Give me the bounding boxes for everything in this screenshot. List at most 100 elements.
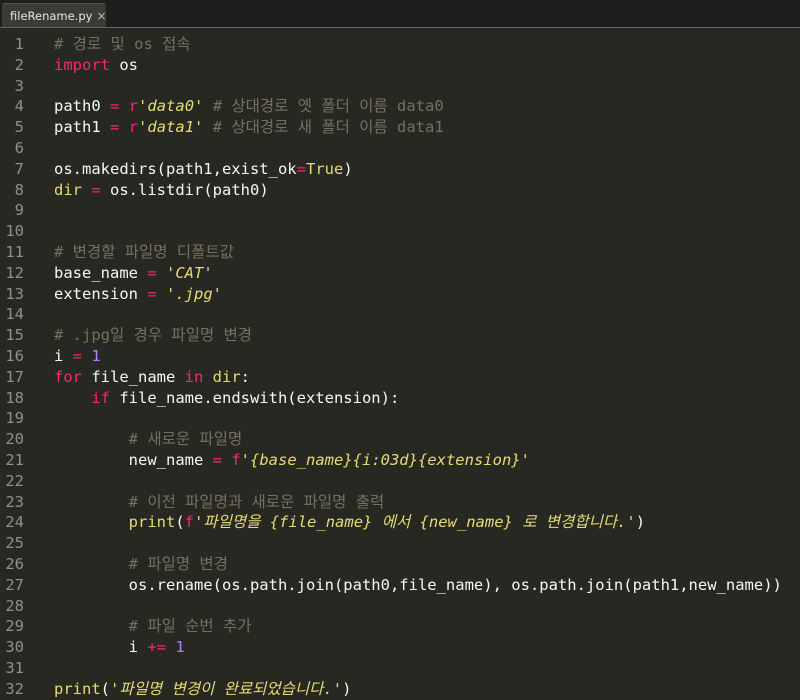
- code-text: # 변경할 파일명 디폴트값: [54, 242, 234, 262]
- line-number: 20: [5, 430, 24, 449]
- code-token: =: [91, 180, 101, 199]
- code-token: '{base_name}{i:03d}{extension}': [240, 451, 530, 469]
- code-token: in: [184, 367, 204, 386]
- code-line[interactable]: 7 os.makedirs(path1,exist_ok=True): [0, 159, 800, 179]
- code-token: file_name: [82, 367, 185, 386]
- line-number: 15: [5, 326, 24, 345]
- code-text: base_name = 'CAT': [54, 263, 213, 283]
- line-number: 1: [14, 35, 24, 53]
- code-line[interactable]: 9: [0, 200, 800, 220]
- code-line[interactable]: 6: [0, 138, 800, 158]
- line-number: 5: [14, 118, 24, 137]
- code-token: path0: [54, 97, 110, 116]
- close-icon[interactable]: ×: [96, 9, 106, 23]
- code-token: =: [212, 451, 222, 469]
- code-line[interactable]: 15 # .jpg일 경우 파일명 변경: [0, 325, 800, 345]
- code-text: for file_name in dir:: [54, 367, 250, 387]
- code-line[interactable]: 5 path1 = r'data1' # 상대경로 새 폴더 이름 data1: [0, 117, 800, 137]
- code-line[interactable]: 14: [0, 304, 800, 324]
- code-token: 1: [175, 638, 185, 657]
- code-token: f: [231, 451, 241, 469]
- code-line[interactable]: 25: [0, 533, 800, 553]
- line-number: 16: [5, 347, 24, 365]
- line-number: 3: [14, 76, 24, 95]
- code-token: # .jpg일 경우 파일명 변경: [54, 326, 253, 345]
- code-token: dir: [54, 180, 82, 199]
- code-line[interactable]: 27 os.rename(os.path.join(path0,file_nam…: [0, 575, 800, 595]
- code-token: if: [91, 388, 110, 407]
- code-line[interactable]: 20 # 새로운 파일명: [0, 429, 800, 449]
- code-token: +=: [147, 638, 166, 657]
- code-token: =: [110, 118, 120, 137]
- code-line[interactable]: 8 dir = os.listdir(path0): [0, 180, 800, 200]
- code-token: # 새로운 파일명: [128, 430, 243, 449]
- code-token: # 변경할 파일명 디폴트값: [54, 243, 234, 261]
- line-number: 21: [5, 451, 24, 469]
- line-number: 27: [5, 575, 24, 594]
- line-number: 9: [14, 201, 24, 220]
- code-line[interactable]: 26 # 파일명 변경: [0, 554, 800, 574]
- code-token: base_name: [54, 263, 148, 282]
- code-text: i = 1: [54, 346, 101, 366]
- code-line[interactable]: 28: [0, 596, 800, 616]
- code-line[interactable]: 23 # 이전 파일명과 새로운 파일명 출력: [0, 492, 800, 512]
- code-text: os.rename(os.path.join(path0,file_name),…: [54, 575, 782, 595]
- code-line[interactable]: 3: [0, 76, 800, 96]
- tab-file[interactable]: fileRename.py ×: [2, 3, 107, 27]
- code-line[interactable]: 17 for file_name in dir:: [0, 367, 800, 387]
- code-line[interactable]: 2 import os: [0, 55, 800, 75]
- code-text: # 새로운 파일명: [54, 429, 243, 449]
- code-token: 1: [91, 347, 101, 365]
- code-line[interactable]: 32 print('파일명 변경이 완료되었습니다.'): [0, 679, 800, 699]
- code-token: for: [54, 367, 82, 386]
- code-token: =: [147, 263, 157, 282]
- code-token: os.makedirs(path1,exist_ok: [54, 159, 297, 178]
- code-line[interactable]: 11 # 변경할 파일명 디폴트값: [0, 242, 800, 262]
- line-number: 32: [5, 679, 24, 698]
- line-number: 22: [5, 471, 24, 490]
- code-text: import os: [54, 55, 138, 75]
- code-token: =: [147, 284, 157, 303]
- line-number: 14: [5, 305, 24, 324]
- code-line[interactable]: 1 # 경로 및 os 접속: [0, 34, 800, 54]
- code-token: ): [343, 159, 353, 178]
- code-line[interactable]: 13 extension = '.jpg': [0, 284, 800, 304]
- code-line[interactable]: 24 print(f'파일명을 {file_name} 에서 {new_name…: [0, 512, 800, 532]
- code-line[interactable]: 10: [0, 221, 800, 241]
- line-number: 31: [5, 659, 24, 677]
- code-token: new_name: [54, 451, 213, 469]
- code-token: f: [184, 513, 195, 532]
- code-line[interactable]: 21 new_name = f'{base_name}{i:03d}{exten…: [0, 450, 800, 470]
- code-line[interactable]: 19: [0, 408, 800, 428]
- code-line[interactable]: 4 path0 = r'data0' # 상대경로 옛 폴더 이름 data0: [0, 96, 800, 116]
- line-number: 4: [14, 97, 24, 116]
- line-number: 18: [5, 388, 24, 407]
- code-line[interactable]: 22: [0, 471, 800, 491]
- code-line[interactable]: 31: [0, 658, 800, 678]
- code-token: i: [54, 347, 73, 365]
- code-line[interactable]: 16 i = 1: [0, 346, 800, 366]
- code-token: print: [54, 679, 101, 698]
- code-line[interactable]: 29 # 파일 순번 추가: [0, 616, 800, 636]
- line-number: 24: [5, 513, 24, 532]
- code-token: '파일명 변경이 완료되었습니다.': [110, 679, 343, 698]
- code-line[interactable]: 30 i += 1: [0, 637, 800, 657]
- code-text: # 이전 파일명과 새로운 파일명 출력: [54, 492, 385, 512]
- code-line[interactable]: 18 if file_name.endswith(extension):: [0, 388, 800, 408]
- code-token: =: [110, 97, 120, 116]
- line-number: 8: [14, 180, 24, 199]
- line-number: 30: [5, 638, 24, 657]
- code-text: new_name = f'{base_name}{i:03d}{extensio…: [54, 450, 530, 470]
- code-editor[interactable]: 1 # 경로 및 os 접속 2 import os 3 4 path0 = r'data0…: [0, 28, 800, 700]
- code-text: i += 1: [54, 637, 185, 657]
- code-text: print(f'파일명을 {file_name} 에서 {new_name} 로…: [54, 512, 645, 532]
- code-token: path1: [54, 118, 110, 137]
- code-line[interactable]: 12 base_name = 'CAT': [0, 263, 800, 283]
- code-token: os.rename(os.path.join(path0,file_name),…: [54, 575, 782, 594]
- code-text: os.makedirs(path1,exist_ok=True): [54, 159, 353, 179]
